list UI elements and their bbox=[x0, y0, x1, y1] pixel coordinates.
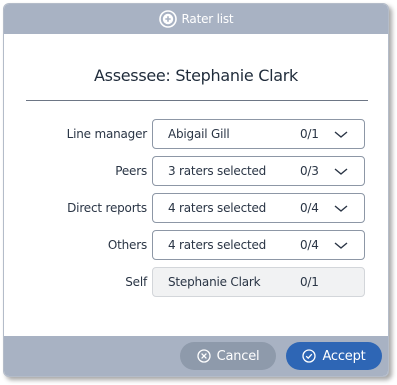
self-field: Stephanie Clark 0/1 bbox=[152, 267, 365, 297]
direct-reports-select[interactable]: 4 raters selected 0/4 bbox=[152, 193, 365, 223]
cancel-button[interactable]: Cancel bbox=[180, 342, 276, 370]
rater-count: 0/4 bbox=[300, 201, 319, 215]
row-line-manager: Line manager Abigail Gill 0/1 bbox=[4, 119, 388, 149]
rater-count: 0/4 bbox=[300, 238, 319, 252]
peers-select[interactable]: 3 raters selected 0/3 bbox=[152, 156, 365, 186]
divider bbox=[26, 100, 368, 101]
select-value: Abigail Gill bbox=[168, 127, 230, 141]
row-others: Others 4 raters selected 0/4 bbox=[4, 230, 388, 260]
select-value: 4 raters selected bbox=[168, 238, 267, 252]
rater-count: 0/3 bbox=[300, 164, 319, 178]
cancel-circle-icon bbox=[196, 349, 211, 363]
line-manager-select[interactable]: Abigail Gill 0/1 bbox=[152, 119, 365, 149]
dialog-footer: Cancel Accept bbox=[4, 336, 388, 376]
row-self: Self Stephanie Clark 0/1 bbox=[4, 267, 388, 297]
row-label: Direct reports bbox=[67, 201, 147, 215]
row-peers: Peers 3 raters selected 0/3 bbox=[4, 156, 388, 186]
chevron-down-icon[interactable] bbox=[333, 240, 349, 250]
row-direct-reports: Direct reports 4 raters selected 0/4 bbox=[4, 193, 388, 223]
rater-count: 0/1 bbox=[300, 275, 319, 289]
row-label: Self bbox=[125, 275, 147, 289]
rater-count: 0/1 bbox=[300, 127, 319, 141]
select-value: 3 raters selected bbox=[168, 164, 267, 178]
row-label: Peers bbox=[115, 164, 147, 178]
add-circle-icon bbox=[158, 10, 177, 28]
check-circle-icon bbox=[302, 349, 317, 363]
dialog-header: Rater list bbox=[4, 4, 388, 34]
chevron-down-icon[interactable] bbox=[333, 129, 349, 139]
row-label: Others bbox=[107, 238, 147, 252]
rater-list-dialog: Rater list Assessee: Stephanie Clark Lin… bbox=[3, 3, 389, 377]
accept-button[interactable]: Accept bbox=[286, 342, 382, 370]
select-value: 4 raters selected bbox=[168, 201, 267, 215]
dialog-title: Rater list bbox=[181, 12, 234, 26]
cancel-label: Cancel bbox=[216, 348, 260, 364]
row-label: Line manager bbox=[66, 127, 148, 141]
accept-label: Accept bbox=[322, 348, 366, 364]
others-select[interactable]: 4 raters selected 0/4 bbox=[152, 230, 365, 260]
chevron-down-icon[interactable] bbox=[333, 203, 349, 213]
chevron-down-icon[interactable] bbox=[333, 166, 349, 176]
select-value: Stephanie Clark bbox=[168, 275, 261, 289]
assessee-heading: Assessee: Stephanie Clark bbox=[94, 66, 298, 85]
